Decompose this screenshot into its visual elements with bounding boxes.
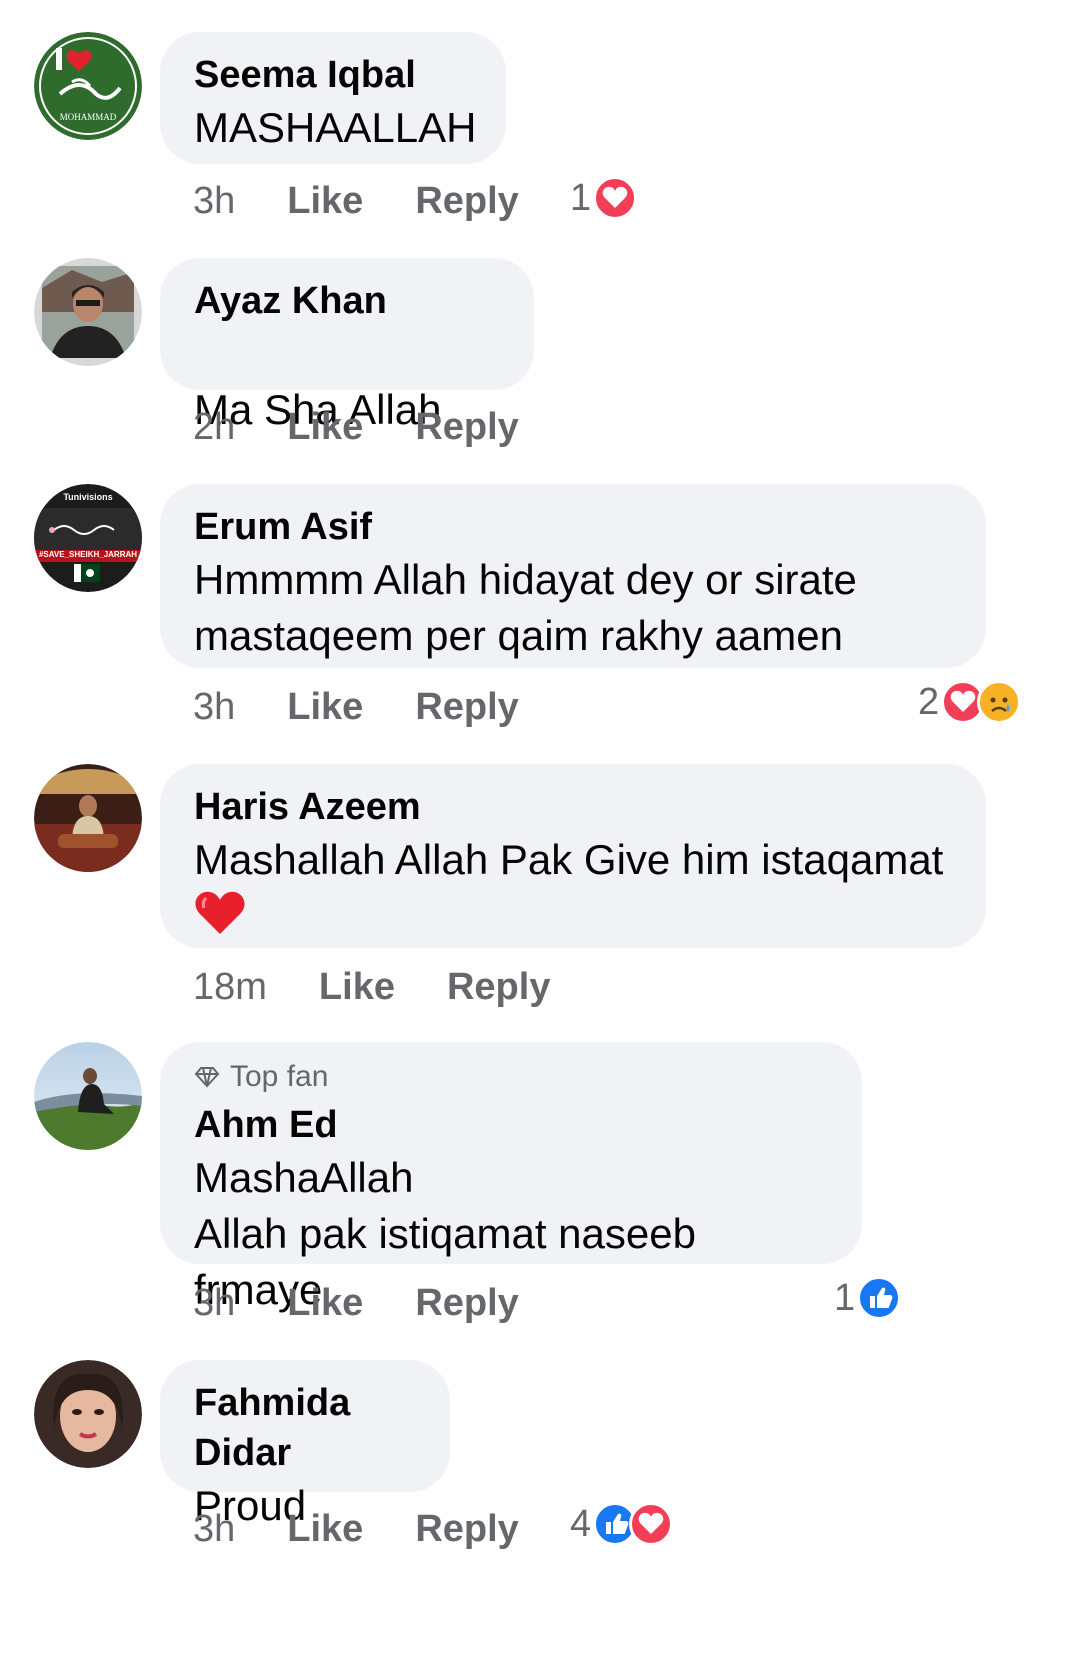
comment-author[interactable]: Ayaz Khan — [194, 276, 500, 326]
top-fan-label: Top fan — [230, 1060, 329, 1093]
like-button[interactable]: Like — [287, 1282, 363, 1325]
comment-text: MASHAALLAH — [194, 104, 477, 151]
like-button[interactable]: Like — [287, 180, 363, 223]
comment-time[interactable]: 3h — [193, 180, 235, 223]
comment-bubble[interactable]: Seema Iqbal MASHAALLAH — [160, 32, 506, 164]
comment-time[interactable]: 3h — [193, 686, 235, 729]
reaction-summary[interactable]: 4 — [570, 1502, 674, 1546]
reaction-summary[interactable]: 1 — [834, 1276, 902, 1320]
reaction-count: 1 — [570, 176, 592, 219]
reply-button[interactable]: Reply — [415, 180, 518, 223]
avatar-caption-top: Tunivisions — [63, 492, 113, 502]
avatar[interactable]: MOHAMMAD — [34, 32, 142, 140]
comment-time[interactable]: 3h — [193, 1282, 235, 1325]
comment-text: Mashallah Allah Pak Give him istaqamat — [194, 836, 944, 883]
heart-reaction-icon — [629, 1502, 674, 1546]
comment-author[interactable]: Seema Iqbal — [194, 50, 472, 100]
avatar[interactable] — [34, 1360, 142, 1468]
comment-bubble[interactable]: Erum Asif Hmmmm Allah hidayat dey or sir… — [160, 484, 986, 668]
comment-text: Hmmmm Allah hidayat dey or sirate mastaq… — [194, 556, 857, 659]
reply-button[interactable]: Reply — [415, 1282, 518, 1325]
reply-button[interactable]: Reply — [415, 686, 518, 729]
comment-bubble[interactable]: Ayaz Khan Ma Sha Allah — [160, 258, 534, 538]
reaction-count: 4 — [570, 1502, 592, 1545]
red-heart-emoji-icon — [194, 888, 952, 940]
comment-time[interactable]: 2h — [193, 406, 235, 449]
comment-bubble[interactable]: Haris Azeem Mashallah Allah Pak Give him… — [160, 764, 986, 948]
like-button[interactable]: Like — [319, 966, 395, 1009]
comment-author[interactable]: Erum Asif — [194, 502, 952, 552]
comment-author[interactable]: Haris Azeem — [194, 782, 952, 832]
reply-button[interactable]: Reply — [415, 406, 518, 449]
top-fan-badge[interactable]: Top fan — [194, 1060, 828, 1094]
comment-actions: 18m Like Reply — [193, 966, 602, 1009]
woman-portrait-avatar-icon — [34, 1360, 142, 1468]
avatar[interactable] — [34, 1042, 142, 1150]
like-button[interactable]: Like — [287, 406, 363, 449]
like-reaction-icon — [857, 1276, 902, 1320]
man-seated-avatar-icon — [34, 764, 142, 872]
like-button[interactable]: Like — [287, 1508, 363, 1551]
avatar[interactable] — [34, 764, 142, 872]
comment-author[interactable]: Fahmida Didar — [194, 1378, 416, 1478]
reaction-count: 1 — [834, 1276, 856, 1319]
reply-button[interactable]: Reply — [447, 966, 550, 1009]
diamond-icon — [194, 1067, 220, 1088]
comment-time[interactable]: 3h — [193, 1508, 235, 1551]
reaction-count: 2 — [918, 680, 940, 723]
comment-actions: 3h Like Reply — [193, 1508, 571, 1551]
man-on-grass-avatar-icon — [34, 1042, 142, 1150]
i-love-muhammad-avatar-icon — [34, 32, 142, 140]
reaction-summary[interactable]: 1 — [570, 176, 638, 220]
avatar[interactable] — [34, 258, 142, 366]
comment-bubble[interactable]: Fahmida Didar Proud — [160, 1360, 450, 1529]
comment-actions: 3h Like Reply — [193, 180, 571, 223]
comment-author[interactable]: Ahm Ed — [194, 1100, 828, 1150]
comment-actions: 3h Like Reply — [193, 1282, 571, 1325]
comment-bubble[interactable]: Top fan Ahm Ed MashaAllah Allah pak isti… — [160, 1042, 862, 1313]
avatar[interactable]: Tunivisions #SAVE_SHEIKH_JARRAH — [34, 484, 142, 592]
avatar-caption-bottom: #SAVE_SHEIKH_JARRAH — [38, 550, 138, 559]
like-button[interactable]: Like — [287, 686, 363, 729]
comment-time[interactable]: 18m — [193, 966, 267, 1009]
heart-reaction-icon — [593, 176, 638, 220]
comment-actions: 3h Like Reply — [193, 686, 571, 729]
comment-actions: 2h Like Reply — [193, 406, 571, 449]
avatar-caption: MOHAMMAD — [59, 112, 117, 122]
reply-button[interactable]: Reply — [415, 1508, 518, 1551]
sad-reaction-icon — [977, 680, 1022, 724]
man-with-phone-avatar-icon — [34, 258, 142, 366]
reaction-summary[interactable]: 2 — [918, 680, 1022, 724]
